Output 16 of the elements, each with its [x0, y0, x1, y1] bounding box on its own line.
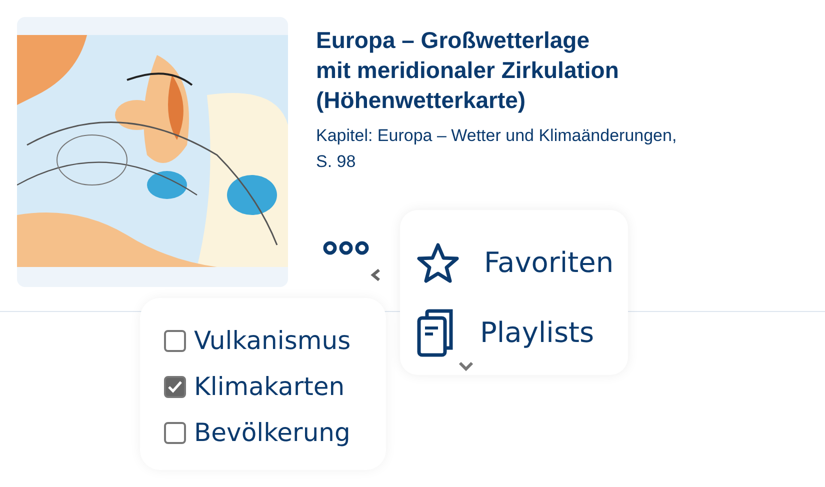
checkbox[interactable]: [164, 330, 186, 352]
menu-item[interactable]: Favoriten: [416, 228, 614, 298]
document-stack-icon: [416, 308, 456, 358]
star-icon: [416, 242, 460, 284]
chevron-down-icon: [458, 360, 474, 372]
checkmark-icon: [168, 381, 182, 393]
more-button[interactable]: [322, 240, 370, 256]
checkbox[interactable]: [164, 422, 186, 444]
checkbox-label[interactable]: Klimakarten: [194, 364, 345, 410]
chapter-reference: Kapitel: Europa – Wetter und Klimaänderungen, S. 98: [316, 125, 677, 173]
checkbox[interactable]: [164, 376, 186, 398]
item-title[interactable]: Europa – Großwetterlage mit meridionaler Zirkulation (Höhenwetterkarte): [316, 25, 677, 115]
menu-item[interactable]: Playlists: [416, 298, 594, 368]
checkbox-label[interactable]: Bevölkerung: [194, 410, 350, 456]
chevron-left-icon: [370, 268, 382, 282]
checkbox-label[interactable]: Vulkanismus: [194, 318, 351, 364]
